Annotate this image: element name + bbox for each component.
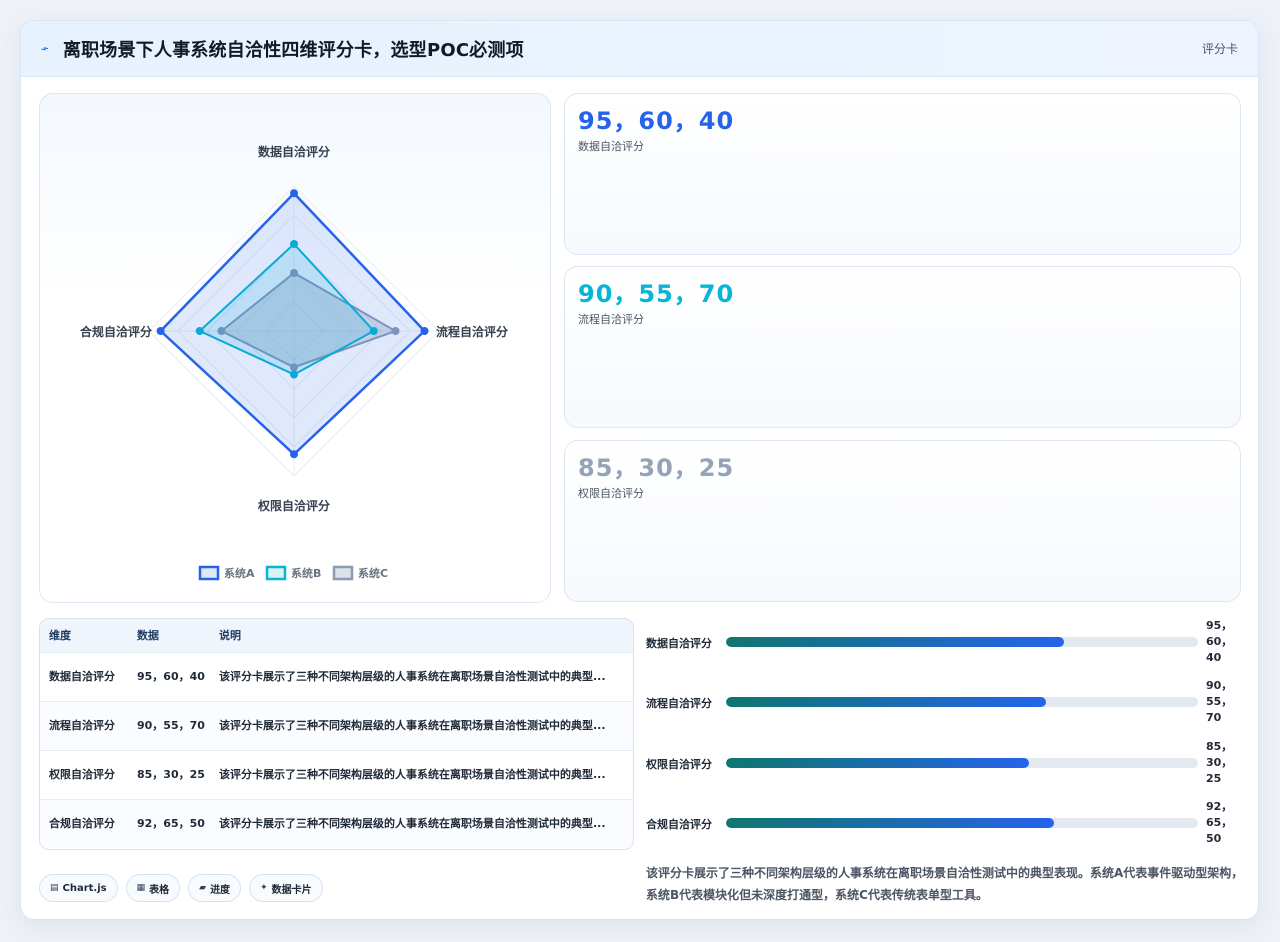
progress-fill [726,818,1055,828]
pulse-icon: ⌁ [38,40,52,58]
table-row: 流程自洽评分 90，55，70 该评分卡展示了三种不同架构层级的人事系统在离职场… [40,701,633,750]
radar-axis-label: 流程自洽评分 [436,324,508,339]
legend-swatch [198,565,220,581]
table-cell-dimension: 数据自洽评分 [49,670,115,683]
table-cell-description: 该评分卡展示了三种不同架构层级的人事系统在离职场景自洽性测试中的典型... [219,670,606,683]
chip-label: 数据卡片 [271,884,312,896]
progress-icon: ▰ [199,883,207,893]
radar-axis-label: 数据自洽评分 [258,144,330,159]
progress-row: 数据自洽评分 95，60，40 [646,618,1246,668]
table-cell-description: 该评分卡展示了三种不同架构层级的人事系统在离职场景自洽性测试中的典型... [219,719,606,732]
progress-value: 90，55，70 [1206,679,1233,724]
radar-point [156,327,165,335]
progress-track [726,697,1198,707]
legend-label: 系统C [358,566,388,580]
radar-chart-panel: 数据自洽评分流程自洽评分权限自洽评分 合规自洽评分系统A 系统B 系统C [39,93,551,603]
summary-text: 该评分卡展示了三种不同架构层级的人事系统在离职场景自洽性测试中的典型表现。系统A… [646,866,1244,902]
stat-card-permission: 85，30，25 权限自洽评分 [564,440,1241,602]
header-tag: 评分卡 [1201,42,1238,56]
progress-label: 数据自洽评分 [646,637,712,650]
chip-label: 进度 [210,884,231,896]
table-header-row: 维度 数据 说明 [40,619,633,652]
legend-swatch [265,565,287,581]
progress-label: 合规自洽评分 [646,818,712,831]
table-cell-data: 85，30，25 [137,768,205,781]
legend-label: 系统A [224,566,255,580]
table-cell-dimension: 流程自洽评分 [49,719,115,732]
progress-track [726,637,1198,647]
progress-track [726,758,1198,768]
chip-data-cards[interactable]: ✦ 数据卡片 [249,874,323,902]
stat-label: 数据自洽评分 [578,140,644,153]
progress-fill [726,697,1047,707]
chip-label: 表格 [149,884,170,896]
legend-label: 系统B [291,566,321,580]
table-row: 数据自洽评分 95，60，40 该评分卡展示了三种不同架构层级的人事系统在离职场… [40,652,633,701]
table-icon: ▦ [136,883,146,893]
radar-point [290,189,298,198]
progress-fill [726,758,1030,768]
progress-row: 权限自洽评分 85，30，25 [646,739,1246,789]
radar-chart: 数据自洽评分流程自洽评分权限自洽评分 合规自洽评分系统A 系统B 系统C [80,144,508,581]
progress-fill [726,637,1064,647]
progress-label: 权限自洽评分 [646,758,712,771]
progress-label: 流程自洽评分 [646,697,712,710]
progress-value: 92，65，50 [1206,800,1233,845]
stat-card-data: 95，60，40 数据自洽评分 [564,93,1241,255]
table-cell-data: 92，65，50 [137,817,205,830]
chip-label: Chart.js [62,882,107,894]
progress-track [726,818,1198,828]
radar-series-area [158,191,427,456]
table-header-dimension: 维度 [49,628,71,642]
page-title: 离职场景下人事系统自洽性四维评分卡，选型POC必测项 [63,39,524,61]
table-cell-dimension: 合规自洽评分 [49,817,115,830]
progress-value: 95，60，40 [1206,619,1233,664]
table-header-description: 说明 [219,628,241,642]
progress-row: 流程自洽评分 90，55，70 [646,678,1246,728]
progress-row: 合规自洽评分 92，65，50 [646,799,1246,849]
data-table: 维度 数据 说明 数据自洽评分 95，60，40 该评分卡展示了三种不同架构层级… [39,618,634,850]
progress-value: 85，30，25 [1206,740,1233,785]
radar-point [290,450,298,459]
stat-value: 85，30，25 [578,454,735,482]
table-row: 权限自洽评分 85，30，25 该评分卡展示了三种不同架构层级的人事系统在离职场… [40,750,633,799]
radar-axis-label: 合规自洽评分 [80,324,152,339]
stat-value: 95，60，40 [578,107,735,135]
stat-value: 90，55，70 [578,280,735,308]
table-cell-data: 90，55，70 [137,719,205,732]
legend-swatch [332,565,354,581]
table-cell-description: 该评分卡展示了三种不同架构层级的人事系统在离职场景自洽性测试中的典型... [219,768,606,781]
stat-card-process: 90，55，70 流程自洽评分 [564,266,1241,428]
table-cell-data: 95，60，40 [137,670,205,683]
radar-axis-label: 权限自洽评分 [257,498,330,513]
table-row: 合规自洽评分 92，65，50 该评分卡展示了三种不同架构层级的人事系统在离职场… [40,799,633,848]
scorecard-card: ⌁ 离职场景下人事系统自洽性四维评分卡，选型POC必测项 评分卡 数据自洽评分流… [20,20,1259,920]
table-header-data: 数据 [137,628,159,642]
card-header: ⌁ 离职场景下人事系统自洽性四维评分卡，选型POC必测项 评分卡 [21,21,1258,77]
table-cell-dimension: 权限自洽评分 [49,768,115,781]
stat-label: 流程自洽评分 [578,313,644,326]
sparkle-icon: ✦ [260,883,268,893]
table-cell-description: 该评分卡展示了三种不同架构层级的人事系统在离职场景自洽性测试中的典型... [219,817,606,830]
stat-label: 权限自洽评分 [578,487,644,500]
view-chips: ▤ Chart.js ▦ 表格 ▰ 进度 ✦ 数据卡片 [39,874,323,902]
radar-point [420,327,429,335]
chart-icon: ▤ [50,883,59,893]
chip-table[interactable]: ▦ 表格 [125,874,181,902]
chip-chartjs[interactable]: ▤ Chart.js [39,874,118,902]
chip-progress[interactable]: ▰ 进度 [188,874,242,902]
